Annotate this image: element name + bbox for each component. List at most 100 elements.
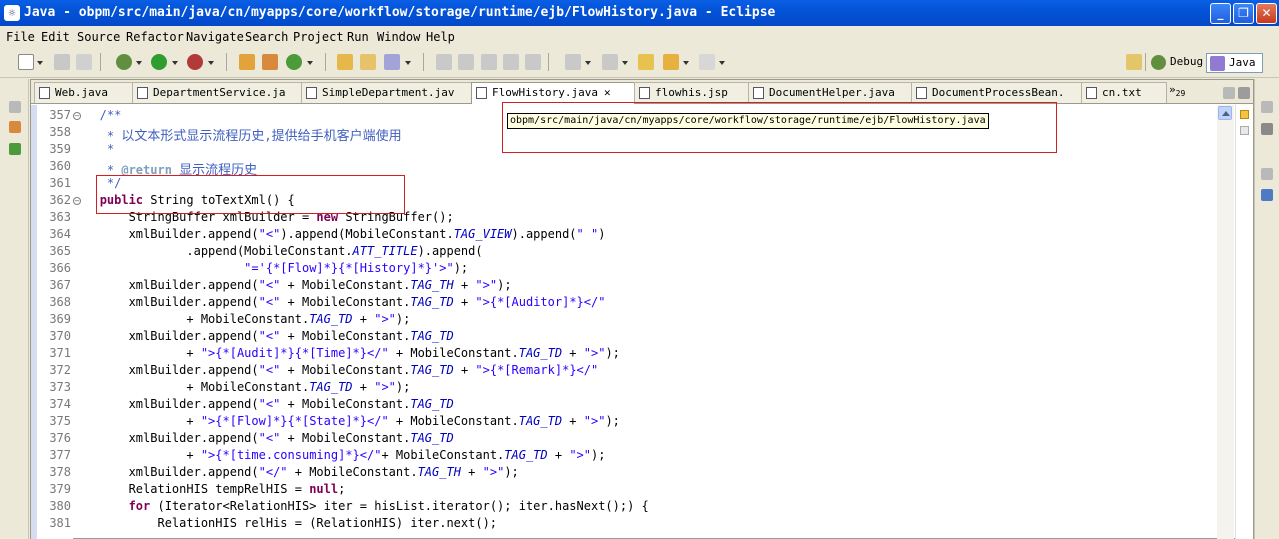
toggle-highlight-icon[interactable] [458, 54, 474, 70]
back-dropdown-icon[interactable] [683, 61, 689, 65]
code-line[interactable]: RelationHIS relHis = (RelationHIS) iter.… [78, 516, 497, 530]
code-line[interactable]: xmlBuilder.append("<" + MobileConstant.T… [78, 431, 454, 445]
code-line[interactable]: + MobileConstant.TAG_TD + ">"); [78, 380, 410, 394]
new-class-icon[interactable] [286, 54, 302, 70]
minimize-button[interactable]: _ [1210, 3, 1231, 24]
minimize-editor-icon[interactable] [1223, 87, 1235, 99]
code-line[interactable]: .append(MobileConstant.ATT_TITLE).append… [78, 244, 482, 258]
tab-documentprocessbean[interactable]: DocumentProcessBean. [911, 82, 1082, 103]
toggle-mark-occurrences-icon[interactable] [436, 54, 452, 70]
tab-cn-txt[interactable]: cn.txt [1081, 82, 1167, 103]
warning-marker-icon[interactable] [1240, 110, 1249, 119]
menu-source[interactable]: Source [77, 30, 120, 44]
search-dropdown-icon[interactable] [405, 61, 411, 65]
new-class-dropdown-icon[interactable] [307, 61, 313, 65]
restore-icon[interactable] [9, 101, 21, 113]
code-line[interactable]: * [78, 142, 114, 156]
search-icon[interactable] [384, 54, 400, 70]
line-number: 372 [49, 363, 71, 377]
external-tools-dropdown-icon[interactable] [208, 61, 214, 65]
menu-search[interactable]: Search [245, 30, 288, 44]
task-list-icon[interactable] [1261, 123, 1273, 135]
menu-help[interactable]: Help [426, 30, 455, 44]
overview-ruler[interactable] [1235, 105, 1253, 539]
code-line[interactable]: xmlBuilder.append("<").append(MobileCons… [78, 227, 606, 241]
tab-flowhis-jsp[interactable]: flowhis.jsp [634, 82, 749, 103]
open-perspective-icon[interactable] [1126, 54, 1142, 70]
code-line[interactable]: xmlBuilder.append("<" + MobileConstant.T… [78, 278, 512, 292]
new-dropdown-icon[interactable] [37, 61, 43, 65]
save-icon[interactable] [54, 54, 70, 70]
code-line[interactable]: "='{*[Flow]*}{*[History]*}'>"); [78, 261, 468, 275]
scroll-up-button[interactable] [1218, 106, 1232, 120]
maximize-editor-icon[interactable] [1238, 87, 1250, 99]
back-icon[interactable] [663, 54, 679, 70]
maximize-button[interactable]: ❐ [1233, 3, 1254, 24]
code-line[interactable]: + MobileConstant.TAG_TD + ">"); [78, 312, 410, 326]
perspective-java[interactable]: Java [1206, 53, 1263, 73]
external-tools-icon[interactable] [187, 54, 203, 70]
tab-documenthelper[interactable]: DocumentHelper.java [748, 82, 912, 103]
tab-simpledepartment[interactable]: SimpleDepartment.jav [301, 82, 472, 103]
close-tab-icon[interactable]: ✕ [604, 86, 611, 99]
new-java-project-icon[interactable] [239, 54, 255, 70]
run-icon[interactable] [151, 54, 167, 70]
code-line[interactable]: for (Iterator<RelationHIS> iter = hisLis… [78, 499, 649, 513]
close-button[interactable]: ✕ [1256, 3, 1277, 24]
show-whitespace-icon[interactable] [503, 54, 519, 70]
tab-web-java[interactable]: Web.java [34, 82, 145, 103]
eclipse-app-icon[interactable]: ☼ [4, 5, 20, 21]
previous-annotation-icon[interactable] [602, 54, 618, 70]
tab-overflow-button[interactable]: »29 [1169, 83, 1185, 98]
run-dropdown-icon[interactable] [172, 61, 178, 65]
window-titlebar[interactable]: ☼ Java - obpm/src/main/java/cn/myapps/co… [0, 0, 1279, 26]
hierarchy-icon[interactable] [9, 143, 21, 155]
menu-file[interactable]: File [6, 30, 35, 44]
perspective-debug[interactable]: Debug [1148, 53, 1203, 73]
code-line[interactable]: xmlBuilder.append("<" + MobileConstant.T… [78, 363, 599, 377]
forward-dropdown-icon[interactable] [719, 61, 725, 65]
package-explorer-icon[interactable] [9, 121, 21, 133]
new-icon[interactable] [18, 54, 34, 70]
open-task-icon[interactable] [360, 54, 376, 70]
next-annotation-icon[interactable] [565, 54, 581, 70]
code-area[interactable]: /** * 以文本形式显示流程历史,提供给手机客户端使用 * * @return… [78, 105, 1218, 539]
restore-icon[interactable] [1261, 101, 1273, 113]
menu-refactor[interactable]: Refactor [126, 30, 184, 44]
code-line[interactable]: * 以文本形式显示流程历史,提供给手机客户端使用 [78, 125, 402, 144]
vertical-scrollbar[interactable] [1217, 105, 1234, 539]
code-line[interactable]: xmlBuilder.append("<" + MobileConstant.T… [78, 329, 454, 343]
menu-run[interactable]: Run [347, 30, 369, 44]
debug-icon[interactable] [116, 54, 132, 70]
open-type-icon[interactable] [337, 54, 353, 70]
tab-flowhistory[interactable]: FlowHistory.java ✕ [471, 82, 635, 104]
last-edit-location-icon[interactable] [638, 54, 654, 70]
block-selection-icon[interactable] [481, 54, 497, 70]
print-icon[interactable] [76, 54, 92, 70]
java-perspective-icon [1210, 56, 1225, 71]
code-line[interactable]: xmlBuilder.append("<" + MobileConstant.T… [78, 397, 454, 411]
menu-navigate[interactable]: Navigate [186, 30, 244, 44]
debug-dropdown-icon[interactable] [136, 61, 142, 65]
code-line[interactable]: + ">{*[Audit]*}{*[Time]*}</" + MobileCon… [78, 346, 620, 360]
restore-icon[interactable] [1261, 168, 1273, 180]
code-line[interactable]: + ">{*[time.consuming]*}</"+ MobileConst… [78, 448, 605, 462]
forward-icon[interactable] [699, 54, 715, 70]
code-line[interactable]: xmlBuilder.append("<" + MobileConstant.T… [78, 295, 606, 309]
code-line[interactable]: /** [78, 108, 122, 122]
previous-annotation-dropdown-icon[interactable] [622, 61, 628, 65]
menu-project[interactable]: Project [293, 30, 344, 44]
line-number: 364 [49, 227, 71, 241]
new-package-icon[interactable] [262, 54, 278, 70]
tab-departmentservice[interactable]: DepartmentService.ja [132, 82, 302, 103]
menu-edit[interactable]: Edit [41, 30, 70, 44]
code-line[interactable]: RelationHIS tempRelHIS = null; [78, 482, 346, 496]
outline-icon[interactable] [1261, 189, 1273, 201]
next-annotation-dropdown-icon[interactable] [585, 61, 591, 65]
line-number: 373 [49, 380, 71, 394]
menu-window[interactable]: Window [377, 30, 420, 44]
task-marker-icon[interactable] [1240, 126, 1249, 135]
show-source-icon[interactable] [525, 54, 541, 70]
code-line[interactable]: xmlBuilder.append("</" + MobileConstant.… [78, 465, 519, 479]
code-line[interactable]: + ">{*[Flow]*}{*[State]*}</" + MobileCon… [78, 414, 620, 428]
